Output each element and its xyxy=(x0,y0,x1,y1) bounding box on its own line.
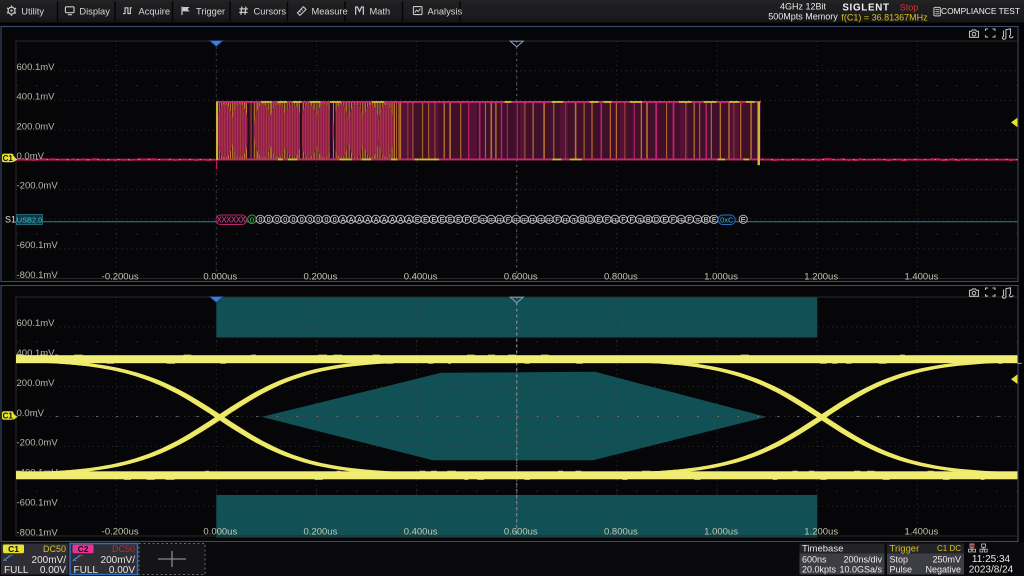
svg-text:0: 0 xyxy=(283,217,287,224)
svg-text:0.0mV: 0.0mV xyxy=(17,151,45,162)
svg-text:C1: C1 xyxy=(3,411,14,420)
svg-text:-200.0mV: -200.0mV xyxy=(17,181,59,192)
svg-text:DC50: DC50 xyxy=(43,544,66,554)
svg-text:0: 0 xyxy=(250,215,254,224)
svg-text:F: F xyxy=(621,217,625,224)
svg-text:E: E xyxy=(741,215,746,224)
svg-text:FULL: FULL xyxy=(4,565,29,576)
svg-text:0.000us: 0.000us xyxy=(203,527,237,538)
svg-text:0.00V: 0.00V xyxy=(109,565,135,576)
svg-text:600ns: 600ns xyxy=(802,555,827,565)
svg-text:Analysis: Analysis xyxy=(428,7,463,17)
svg-text:-800.1mV: -800.1mV xyxy=(17,527,59,538)
svg-text:FULL: FULL xyxy=(74,565,99,576)
svg-text:0.0mV: 0.0mV xyxy=(17,408,45,419)
svg-text:-600.1mV: -600.1mV xyxy=(17,497,59,508)
svg-text:1.400us: 1.400us xyxy=(904,527,938,538)
svg-text:-0.200us: -0.200us xyxy=(102,527,139,538)
svg-text:200.0mV: 200.0mV xyxy=(17,378,56,389)
svg-text:Utility: Utility xyxy=(21,7,44,17)
svg-text:2023/8/24: 2023/8/24 xyxy=(969,565,1014,576)
svg-text:-0.200us: -0.200us xyxy=(102,271,139,282)
svg-text:Cursors: Cursors xyxy=(254,7,287,17)
svg-text:0: 0 xyxy=(258,217,262,224)
svg-text:1.400us: 1.400us xyxy=(904,271,938,282)
svg-text:Math: Math xyxy=(370,7,391,17)
svg-text:Trigger: Trigger xyxy=(890,544,920,555)
svg-text:Measure: Measure xyxy=(312,7,348,17)
svg-text:XXXXXX: XXXXXX xyxy=(216,216,246,225)
svg-text:F: F xyxy=(687,217,691,224)
svg-text:1.200us: 1.200us xyxy=(804,271,838,282)
svg-text:1.000us: 1.000us xyxy=(704,271,738,282)
svg-text:F: F xyxy=(671,217,675,224)
svg-text:200.0mV: 200.0mV xyxy=(17,121,56,132)
svg-text:0xC: 0xC xyxy=(720,215,734,224)
svg-text:-200.0mV: -200.0mV xyxy=(17,438,59,449)
svg-text:600.1mV: 600.1mV xyxy=(17,318,56,329)
svg-text:400.1mV: 400.1mV xyxy=(17,92,56,103)
svg-text:Negative: Negative xyxy=(925,565,961,575)
svg-text:0: 0 xyxy=(316,217,320,224)
svg-text:FE: FE xyxy=(612,218,619,224)
svg-text:Pulse: Pulse xyxy=(890,565,913,575)
svg-text:250mV: 250mV xyxy=(932,555,961,565)
svg-text:0.400us: 0.400us xyxy=(404,527,438,538)
svg-text:0: 0 xyxy=(333,217,337,224)
svg-text:0.000us: 0.000us xyxy=(203,271,237,282)
svg-text:COMPLIANCE TEST: COMPLIANCE TEST xyxy=(941,6,1020,16)
svg-text:DC50: DC50 xyxy=(112,544,135,554)
svg-text:C1: C1 xyxy=(8,544,19,554)
svg-text:-800.1mV: -800.1mV xyxy=(17,270,59,281)
svg-text:F: F xyxy=(506,217,510,224)
svg-text:C1 DC: C1 DC xyxy=(937,544,961,553)
svg-text:D: D xyxy=(654,217,659,224)
svg-text:f(C1) = 36.81367MHz: f(C1) = 36.81367MHz xyxy=(841,13,928,23)
svg-text:0: 0 xyxy=(300,217,304,224)
svg-text:Trigger: Trigger xyxy=(196,7,225,17)
svg-text:1.000us: 1.000us xyxy=(704,527,738,538)
svg-text:500Mpts Memory: 500Mpts Memory xyxy=(768,12,838,22)
svg-text:C2: C2 xyxy=(78,544,89,554)
svg-text:Acquire: Acquire xyxy=(139,7,171,17)
svg-text:Stop: Stop xyxy=(900,3,919,13)
svg-text:200ns/div: 200ns/div xyxy=(843,555,882,565)
svg-text:0.800us: 0.800us xyxy=(604,271,638,282)
svg-text:0: 0 xyxy=(308,217,312,224)
svg-text:Stop: Stop xyxy=(890,555,909,565)
svg-text:-600.1mV: -600.1mV xyxy=(17,240,59,251)
svg-text:USB2.0: USB2.0 xyxy=(17,215,42,224)
svg-text:0.00V: 0.00V xyxy=(40,565,66,576)
svg-text:7E: 7E xyxy=(637,218,643,224)
svg-text:1.200us: 1.200us xyxy=(804,527,838,538)
svg-text:FE: FE xyxy=(678,218,685,224)
svg-text:0.600us: 0.600us xyxy=(504,271,538,282)
svg-text:0: 0 xyxy=(324,217,328,224)
svg-text:0: 0 xyxy=(267,217,271,224)
svg-text:20.0kpts: 20.0kpts xyxy=(802,565,837,575)
svg-text:0: 0 xyxy=(291,217,295,224)
svg-text:F: F xyxy=(465,217,469,224)
svg-text:0.200us: 0.200us xyxy=(304,527,338,538)
svg-text:F: F xyxy=(555,217,559,224)
svg-text:10.0GSa/s: 10.0GSa/s xyxy=(839,565,882,575)
svg-text:F: F xyxy=(630,217,634,224)
svg-text:C1: C1 xyxy=(3,154,14,163)
svg-text:0.400us: 0.400us xyxy=(404,271,438,282)
svg-text:0.200us: 0.200us xyxy=(304,271,338,282)
svg-text:F: F xyxy=(473,217,477,224)
svg-text:600.1mV: 600.1mV xyxy=(17,62,56,73)
svg-text:D: D xyxy=(588,217,593,224)
svg-text:F: F xyxy=(605,217,609,224)
svg-text:0.800us: 0.800us xyxy=(604,527,638,538)
svg-text:S1: S1 xyxy=(5,215,16,225)
svg-text:0.600us: 0.600us xyxy=(504,527,538,538)
svg-text:Display: Display xyxy=(79,7,110,17)
svg-text:Timebase: Timebase xyxy=(802,544,843,555)
svg-text:11:25:34: 11:25:34 xyxy=(972,554,1011,565)
svg-text:4GHz 12Bit: 4GHz 12Bit xyxy=(780,2,827,12)
svg-text:0: 0 xyxy=(275,217,279,224)
